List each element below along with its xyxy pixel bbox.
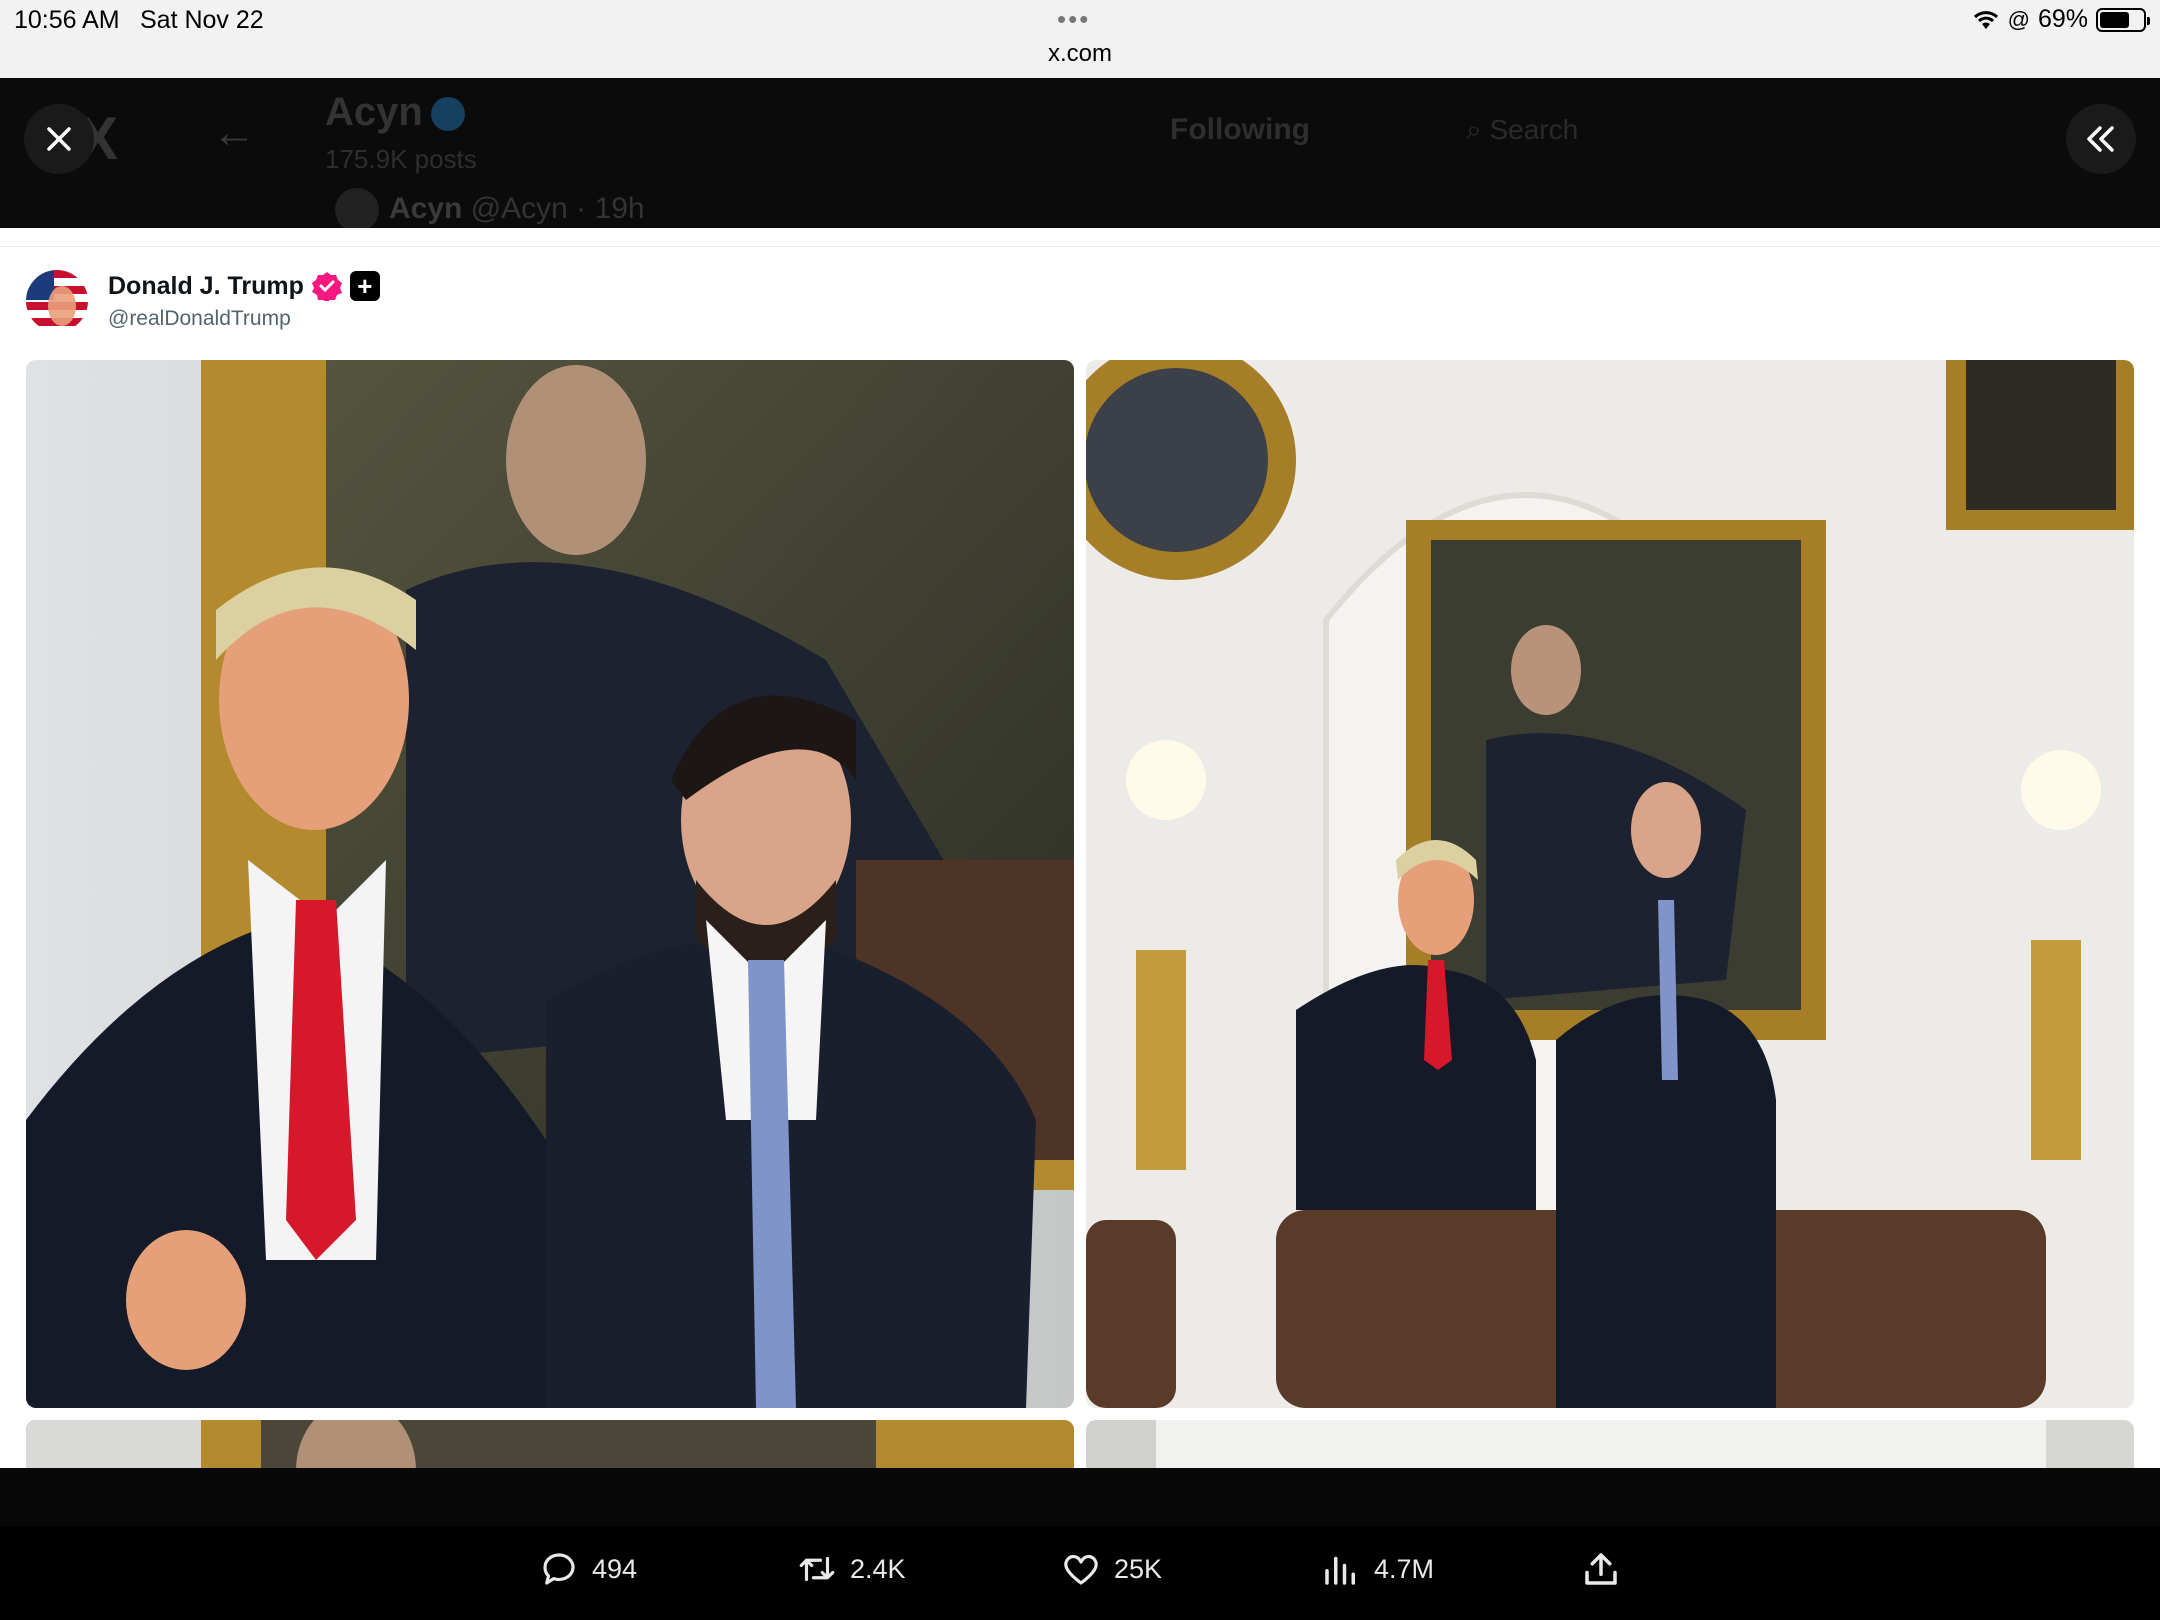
repost-button[interactable]: 2.4K bbox=[796, 1548, 906, 1590]
share-button[interactable] bbox=[1580, 1548, 1622, 1590]
heart-icon bbox=[1064, 1554, 1098, 1585]
reply-count: 494 bbox=[592, 1553, 638, 1584]
post-photo-1[interactable] bbox=[26, 360, 1074, 1408]
back-arrow-icon: ← bbox=[212, 108, 256, 157]
verified-icon bbox=[430, 97, 465, 132]
avatar bbox=[335, 188, 379, 232]
collapse-button[interactable] bbox=[2066, 104, 2136, 174]
affiliate-badge-icon: + bbox=[349, 271, 380, 301]
search-icon: ⌕ bbox=[1466, 114, 1490, 145]
author-handle[interactable]: @realDonaldTrump bbox=[108, 307, 380, 331]
search-field: ⌕ Search bbox=[1466, 114, 1579, 145]
post-photo-2[interactable] bbox=[1086, 360, 2134, 1408]
status-icons: @ 69% bbox=[1972, 5, 2150, 34]
like-count: 25K bbox=[1114, 1553, 1163, 1584]
battery-icon bbox=[2096, 7, 2150, 32]
profile-title: Acyn bbox=[325, 90, 465, 135]
more-dots-icon[interactable]: ••• bbox=[1057, 4, 1090, 35]
double-chevron-left-icon bbox=[2087, 126, 2114, 152]
reply-icon bbox=[543, 1553, 575, 1585]
analytics-icon bbox=[1325, 1556, 1355, 1585]
views-count: 4.7M bbox=[1374, 1553, 1435, 1584]
status-bar: 10:56 AM Sat Nov 22 ••• x.com @ 69% bbox=[0, 0, 2160, 78]
background-post-author: Acyn @Acyn · 19h bbox=[335, 188, 645, 232]
post-panel: Donald J. Trump + @realDonaldTrump bbox=[0, 228, 2160, 1468]
verified-badge-icon bbox=[311, 272, 342, 301]
repost-count: 2.4K bbox=[850, 1553, 906, 1584]
reply-button[interactable]: 494 bbox=[538, 1548, 637, 1590]
post-count: 175.9K posts bbox=[325, 144, 477, 174]
date: Sat Nov 22 bbox=[140, 6, 264, 34]
share-icon bbox=[1585, 1553, 1617, 1585]
url-bar[interactable]: x.com bbox=[0, 40, 2160, 68]
like-button[interactable]: 25K bbox=[1060, 1548, 1162, 1590]
clock: 10:56 AM bbox=[14, 6, 120, 34]
tab-following: Following bbox=[1170, 113, 1310, 146]
close-icon bbox=[47, 127, 71, 151]
lock-rotation-icon: @ bbox=[2007, 6, 2030, 32]
views-button[interactable]: 4.7M bbox=[1320, 1548, 1434, 1590]
divider bbox=[0, 246, 2160, 247]
repost-icon bbox=[799, 1556, 835, 1582]
background-footer bbox=[0, 1468, 2160, 1526]
background-header bbox=[0, 78, 2160, 228]
post-photo-4[interactable] bbox=[1086, 1420, 2134, 1468]
wifi-icon bbox=[1973, 10, 1998, 29]
post-actions-bar: 494 2.4K 25K 4.7M bbox=[0, 1526, 2160, 1620]
close-button[interactable] bbox=[24, 104, 94, 174]
avatar[interactable] bbox=[26, 270, 88, 332]
author-name[interactable]: Donald J. Trump bbox=[108, 272, 304, 301]
battery-percent: 69% bbox=[2037, 5, 2088, 33]
post-author[interactable]: Donald J. Trump + @realDonaldTrump bbox=[26, 270, 380, 332]
post-photo-3[interactable] bbox=[26, 1420, 1074, 1468]
